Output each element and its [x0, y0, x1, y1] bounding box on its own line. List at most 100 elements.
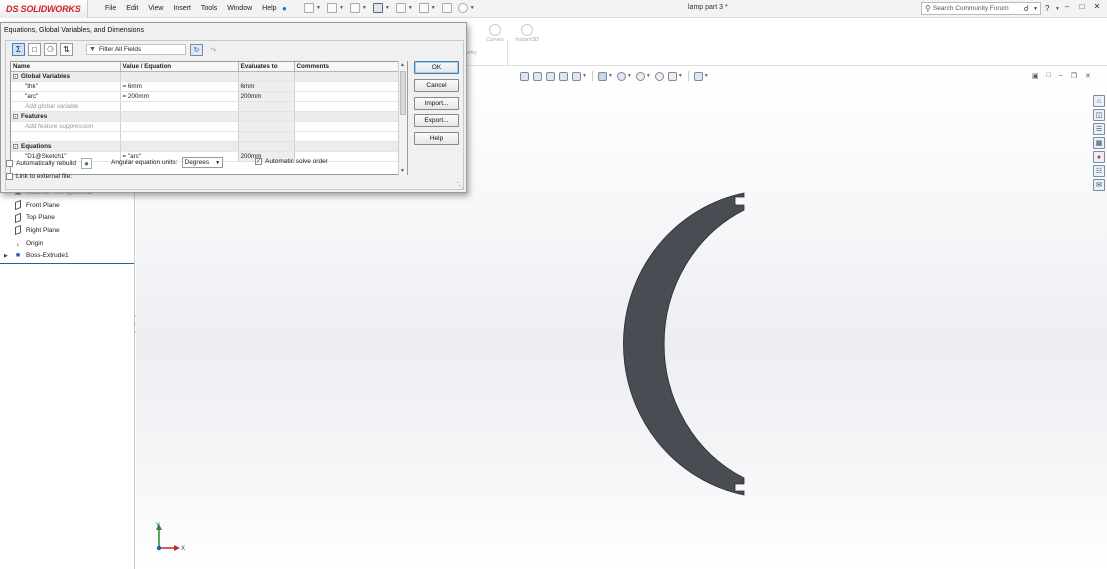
dynamic-annotation-icon[interactable]	[572, 71, 581, 81]
apply-scene-icon[interactable]	[667, 71, 677, 81]
menu-view[interactable]: View	[143, 4, 168, 14]
arc-extrusion[interactable]	[623, 192, 745, 496]
custom-properties-icon[interactable]: ☷	[1093, 165, 1105, 177]
home-icon[interactable]: ⌂	[1093, 95, 1105, 107]
chevron-down-icon[interactable]: ▼	[1055, 6, 1060, 12]
menu-file[interactable]: File	[100, 4, 121, 14]
search-box[interactable]: ⚲ Search Community Forum ☌ ▼	[921, 2, 1041, 15]
menu-window[interactable]: Window	[222, 4, 257, 14]
angular-units-select[interactable]: Degrees ▼	[181, 157, 224, 168]
solidworks-logo[interactable]: DS SOLIDWORKS	[0, 0, 88, 18]
pin-icon[interactable]: ●	[282, 4, 287, 13]
minimize-button[interactable]: –	[1061, 2, 1073, 11]
chevron-down-icon[interactable]: ▼	[316, 5, 321, 11]
edit-appearance-icon[interactable]	[654, 71, 664, 81]
column-header-name[interactable]: Name	[11, 62, 121, 73]
auto-solve-checkbox[interactable]: ✓	[255, 158, 262, 165]
menu-help[interactable]: Help	[257, 4, 281, 14]
table-scrollbar[interactable]: ▲ ▼	[398, 61, 407, 175]
hide-show-items-icon[interactable]	[635, 71, 645, 81]
restore-view-icon[interactable]: ▣	[1032, 72, 1039, 80]
dimension-view-icon[interactable]: ⚆	[44, 43, 57, 56]
doc-minimize-button[interactable]: –	[1059, 72, 1063, 80]
variable-name-cell[interactable]: "arc"	[11, 91, 121, 103]
chevron-down-icon[interactable]: ▼	[646, 73, 651, 79]
new-document-icon[interactable]	[304, 3, 314, 13]
menu-insert[interactable]: Insert	[168, 4, 196, 14]
design-library-icon[interactable]: ◫	[1093, 109, 1105, 121]
file-explorer-icon[interactable]: ☰	[1093, 123, 1105, 135]
search-magnifier-icon[interactable]: ☌	[1022, 4, 1031, 13]
view-settings-icon[interactable]	[693, 71, 703, 81]
tile-icon[interactable]: □	[1047, 72, 1051, 80]
doc-restore-button[interactable]: ❐	[1071, 72, 1077, 80]
add-feature-suppression-row[interactable]: Add feature suppression	[11, 121, 400, 133]
save-icon[interactable]	[349, 3, 360, 13]
auto-rebuild-checkbox[interactable]	[6, 160, 13, 167]
rebuild-icon[interactable]	[441, 3, 452, 13]
doc-close-button[interactable]: ✕	[1085, 72, 1091, 80]
menu-edit[interactable]: Edit	[121, 4, 143, 14]
traffic-light-rebuild-icon[interactable]: ●	[80, 158, 92, 169]
variable-name-cell[interactable]: "thk"	[11, 81, 121, 93]
view-palette-icon[interactable]: ▦	[1093, 137, 1105, 149]
ordered-view-icon[interactable]: ⇅	[60, 43, 73, 56]
chevron-down-icon[interactable]: ▼	[339, 5, 344, 11]
filter-field[interactable]: ▼ Filter All Fields	[86, 44, 186, 55]
add-feature-suppression-cell[interactable]: Add feature suppression	[11, 121, 121, 133]
table-row[interactable]: "arc" = 200mm 200mm	[11, 91, 400, 103]
previous-view-icon[interactable]	[546, 71, 555, 81]
tree-item-boss-extrude1[interactable]: ▶ ■ Boss-Extrude1	[0, 249, 135, 262]
import-button[interactable]: Import...	[414, 97, 459, 110]
scroll-thumb[interactable]	[400, 71, 406, 115]
scroll-down-icon[interactable]: ▼	[400, 168, 405, 174]
equation-view-icon[interactable]: Σ	[12, 43, 25, 56]
link-external-checkbox[interactable]	[6, 173, 13, 180]
collapse-icon[interactable]: -	[13, 113, 18, 119]
ok-button[interactable]: OK	[414, 61, 459, 74]
refresh-icon[interactable]: ↻	[190, 44, 203, 56]
forum-icon[interactable]: ✉	[1093, 179, 1105, 191]
tree-item-origin[interactable]: ⌞ Origin	[0, 237, 135, 250]
section-row-features[interactable]: - Features	[11, 111, 400, 123]
view-orientation-icon[interactable]	[597, 71, 607, 81]
chevron-down-icon[interactable]: ▼	[582, 73, 587, 79]
chevron-down-icon[interactable]: ▼	[408, 5, 413, 11]
chevron-down-icon[interactable]: ▼	[362, 5, 367, 11]
tree-item-front-plane[interactable]: Front Plane	[0, 199, 135, 212]
variable-value-cell[interactable]: = 6mm	[120, 81, 239, 93]
chevron-down-icon[interactable]: ▼	[431, 5, 436, 11]
sketch-equation-view-icon[interactable]: □	[28, 43, 41, 56]
zoom-to-area-icon[interactable]	[533, 71, 542, 81]
open-folder-icon[interactable]	[326, 3, 337, 13]
filter-input[interactable]: Filter All Fields	[99, 46, 141, 53]
cancel-button[interactable]: Cancel	[414, 79, 459, 92]
print-icon[interactable]	[372, 3, 383, 13]
chevron-down-icon[interactable]: ▼	[704, 73, 709, 79]
column-header-evaluates[interactable]: Evaluates to	[238, 62, 295, 73]
appearances-icon[interactable]: ●	[1093, 151, 1105, 163]
expand-arrow-icon[interactable]: ▶	[4, 253, 8, 259]
chevron-down-icon[interactable]: ▼	[678, 73, 683, 79]
chevron-down-icon[interactable]: ▼	[470, 5, 475, 11]
variable-value-cell[interactable]: = 200mm	[120, 91, 239, 103]
section-row-global-variables[interactable]: - Global Variables	[11, 71, 400, 83]
help-button[interactable]: Help	[414, 132, 459, 145]
select-arrow-icon[interactable]	[418, 3, 429, 13]
command-curves[interactable]: Curves	[484, 24, 506, 43]
command-instant3d[interactable]: Instant3D	[512, 24, 542, 43]
zoom-to-fit-icon[interactable]	[520, 71, 529, 81]
close-button[interactable]: ✕	[1091, 2, 1103, 11]
menu-tools[interactable]: Tools	[196, 4, 222, 14]
search-dropdown-icon[interactable]: ▼	[1031, 6, 1040, 12]
table-row[interactable]: "thk" = 6mm 6mm	[11, 81, 400, 93]
add-global-variable-row[interactable]: Add global variable	[11, 101, 400, 113]
resize-grip-icon[interactable]: ⋱	[456, 181, 464, 190]
undo-icon[interactable]	[395, 3, 406, 13]
column-header-comments[interactable]: Comments	[294, 62, 400, 73]
display-style-icon[interactable]	[616, 71, 626, 81]
section-row-equations[interactable]: - Equations	[11, 141, 400, 152]
collapse-icon[interactable]: -	[13, 143, 18, 149]
tree-item-right-plane[interactable]: Right Plane	[0, 224, 135, 237]
variable-comment-cell[interactable]	[294, 91, 400, 103]
